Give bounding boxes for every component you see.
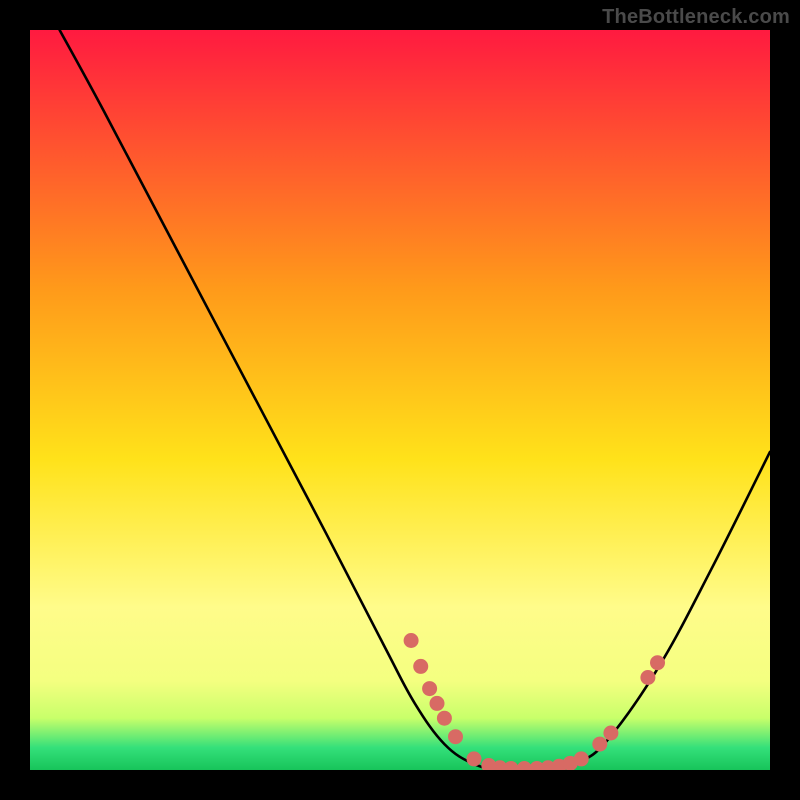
curve-marker (574, 751, 589, 766)
curve-marker (448, 729, 463, 744)
curve-marker (413, 659, 428, 674)
bottleneck-chart (30, 30, 770, 770)
curve-marker (603, 726, 618, 741)
watermark-label: TheBottleneck.com (602, 6, 790, 29)
curve-marker (437, 711, 452, 726)
curve-marker (650, 655, 665, 670)
curve-marker (640, 670, 655, 685)
curve-marker (404, 633, 419, 648)
chart-frame: TheBottleneck.com (0, 0, 800, 800)
curve-marker (467, 751, 482, 766)
curve-marker (430, 696, 445, 711)
curve-marker (422, 681, 437, 696)
curve-marker (592, 737, 607, 752)
